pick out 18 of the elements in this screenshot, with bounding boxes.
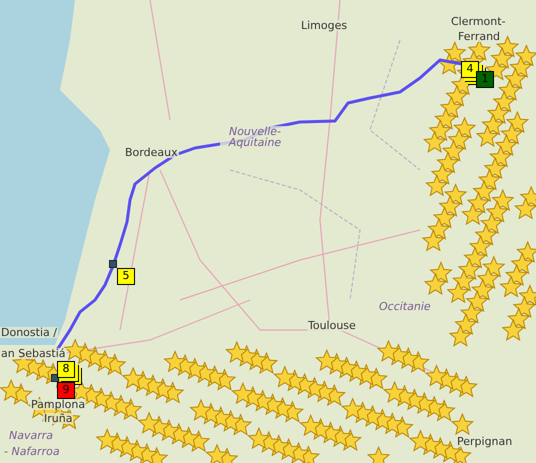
place-label: Ferrand <box>457 31 502 42</box>
place-label: - Nafarroa <box>3 446 61 457</box>
place-label: Iruña <box>43 413 74 424</box>
numbered-marker[interactable]: 9 <box>57 382 75 399</box>
place-label: Bordeaux <box>124 147 179 158</box>
place-label: Pamplona <box>30 399 86 410</box>
waypoint-icon <box>109 260 117 268</box>
place-label: Occitanie <box>378 301 432 312</box>
place-label: Limoges <box>300 20 348 31</box>
place-label: Clermont- <box>450 16 507 27</box>
place-label: Toulouse <box>307 320 357 331</box>
place-label: Navarra <box>8 430 54 441</box>
place-label: Perpignan <box>456 436 514 447</box>
place-label: Nouvelle-Aquitaine <box>220 126 290 148</box>
place-label: an Sebastiá <box>0 348 67 359</box>
numbered-marker[interactable]: 5 <box>117 268 135 285</box>
map-view[interactable]: Limoges Clermont- Ferrand Nouvelle-Aquitaine Bordeaux Toulouse Occitanie Donostia / an Sebastiá Pamplona Iruña Navarra - Nafarroa Perpignan 4 1 5 8 9 <box>0 0 536 463</box>
place-label: Donostia / <box>0 327 58 338</box>
